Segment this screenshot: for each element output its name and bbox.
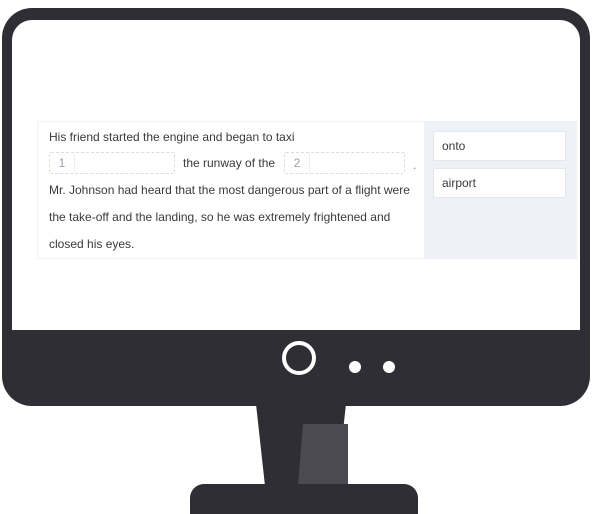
passage-between-blanks: the runway of the (183, 156, 276, 170)
blank-2-number: 2 (285, 153, 310, 173)
indicator-dot-icon (383, 361, 395, 373)
passage-period: . (413, 158, 417, 172)
monitor-stand-base (190, 484, 418, 514)
passage: His friend started the engine and began … (38, 122, 422, 258)
blank-2-dropzone[interactable]: 2 (284, 152, 405, 174)
passage-line-4: the take-off and the landing, so he was … (49, 210, 391, 224)
passage-line-3: Mr. Johnson had heard that the most dang… (49, 183, 410, 197)
option-airport[interactable]: airport (433, 168, 566, 198)
blank-1-dropzone[interactable]: 1 (49, 152, 175, 174)
passage-line-5: closed his eyes. (49, 237, 135, 251)
option-onto[interactable]: onto (433, 131, 566, 161)
fill-in-blank-exercise: His friend started the engine and began … (38, 122, 576, 258)
indicator-dot-icon (349, 361, 361, 373)
passage-line-1: His friend started the engine and began … (49, 130, 295, 144)
word-options-panel: onto airport (424, 122, 576, 258)
monitor-stand-shade (298, 424, 348, 486)
power-button-icon (282, 341, 316, 375)
blank-1-number: 1 (50, 153, 75, 173)
